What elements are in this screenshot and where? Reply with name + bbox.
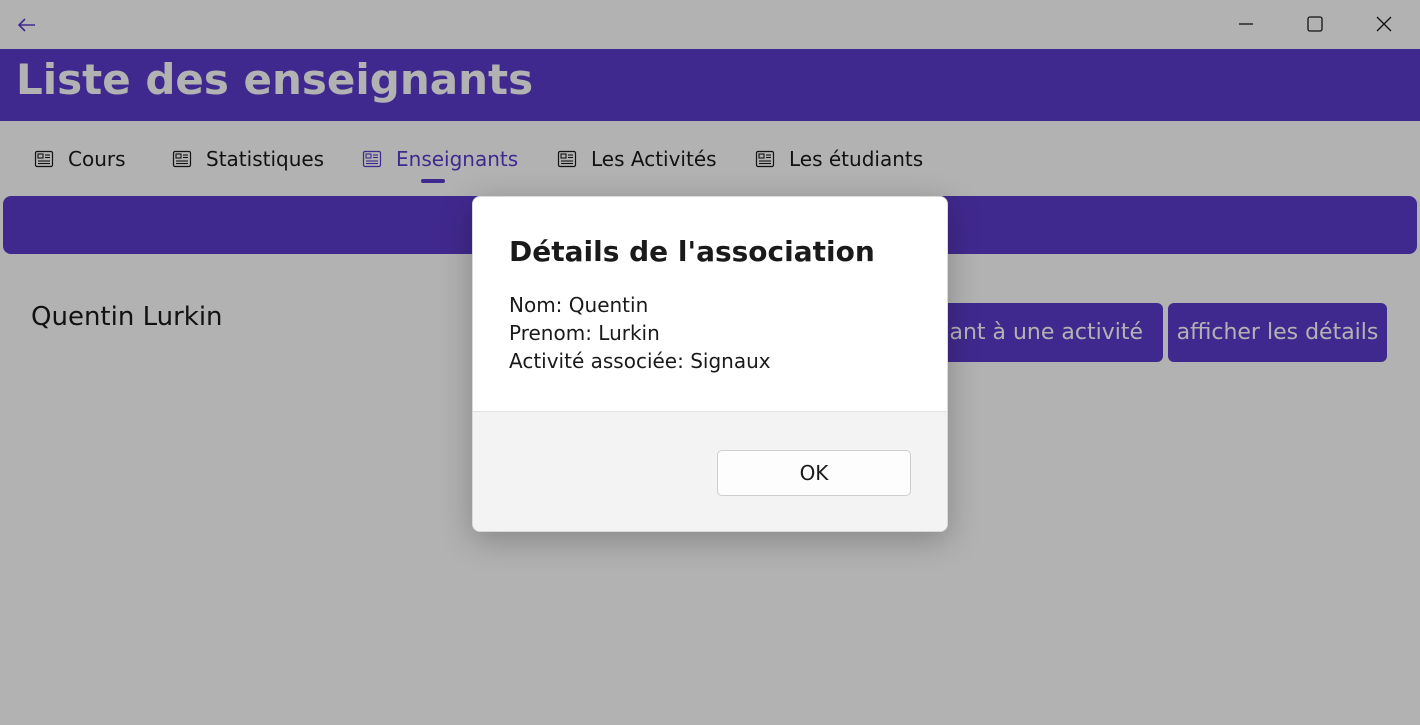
association-details-dialog: Détails de l'association Nom: Quentin Pr…: [472, 196, 948, 532]
dialog-footer: OK: [473, 411, 947, 531]
dialog-nom: Nom: Quentin: [509, 293, 649, 317]
ok-button[interactable]: OK: [717, 450, 911, 496]
dialog-title: Détails de l'association: [509, 235, 875, 268]
dialog-prenom: Prenom: Lurkin: [509, 321, 660, 345]
dialog-activite: Activité associée: Signaux: [509, 349, 771, 373]
